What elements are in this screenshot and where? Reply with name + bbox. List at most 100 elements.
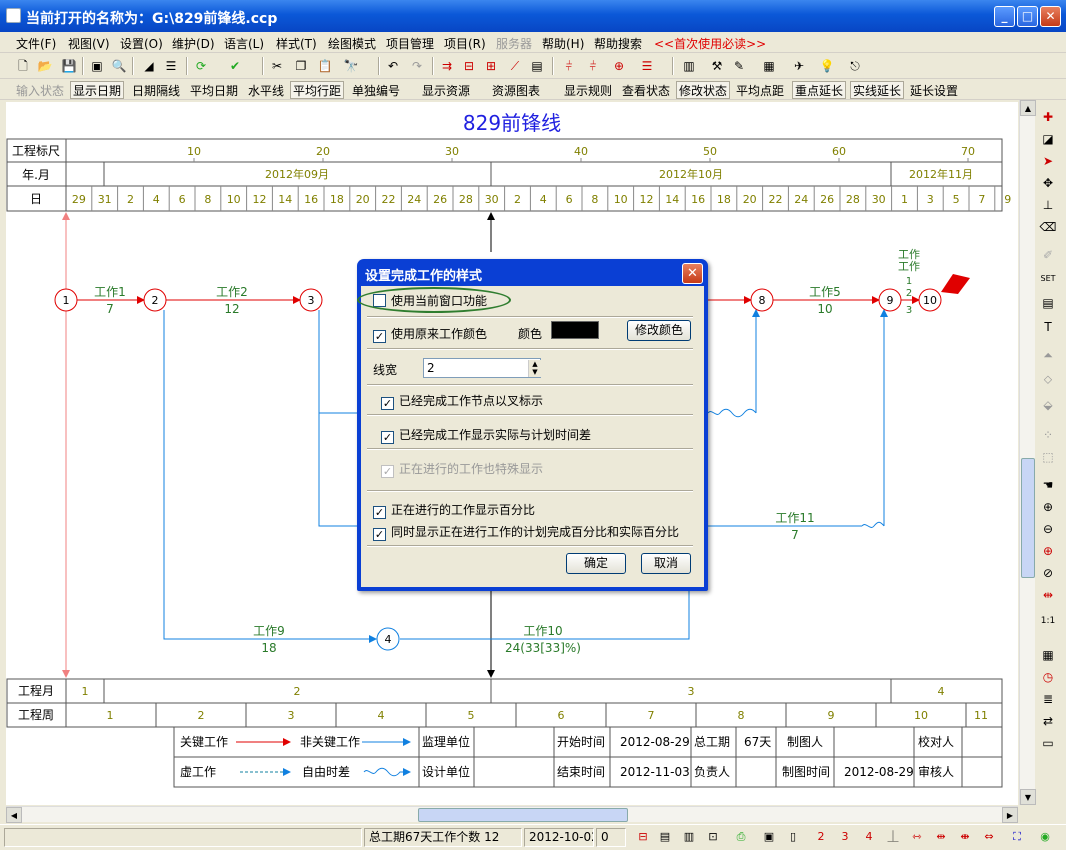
use-original-color-checkbox[interactable]: ✓ [373, 330, 386, 343]
cut-icon[interactable]: ✂ [268, 57, 286, 75]
copy-icon[interactable]: ❐ [292, 57, 310, 75]
show-diff-checkbox[interactable]: ✓ [381, 431, 394, 444]
menu-view[interactable]: 视图(V) [68, 35, 110, 52]
show-both-percent-option[interactable]: ✓ 同时显示正在进行工作的计划完成百分比和实际百分比 [373, 523, 679, 541]
network-view-icon[interactable]: ⇉ [438, 57, 456, 75]
vertical-scrollbar[interactable]: ▲ ▼ [1019, 100, 1036, 805]
align2-icon[interactable]: ⫩ [584, 57, 602, 75]
dots-icon[interactable]: ⁘ [1039, 426, 1057, 444]
print-preview-icon[interactable]: 🔍 [110, 57, 128, 75]
avg-point-spacing-button[interactable]: 平均点距 [734, 82, 786, 99]
date-gridline-button[interactable]: 日期隔线 [130, 82, 182, 99]
menu-project[interactable]: 项目(R) [444, 35, 486, 52]
window-icon[interactable]: ▭ [1039, 734, 1057, 752]
clock-icon[interactable]: ◷ [1039, 668, 1057, 686]
spinner-arrows[interactable]: ▲ ▼ [528, 360, 541, 377]
center-icon[interactable]: ⊕ [1039, 542, 1057, 560]
list-icon[interactable]: ☰ [162, 57, 180, 75]
menu-must-read[interactable]: <<首次使用必读>> [654, 35, 766, 52]
plane-icon[interactable]: ✈ [790, 57, 808, 75]
save-icon[interactable]: 💾 [60, 57, 78, 75]
cancel-button[interactable]: 取消 [641, 553, 691, 574]
extend-settings-button[interactable]: 延长设置 [908, 82, 960, 99]
color-swatch[interactable] [551, 321, 599, 339]
show-percent-option[interactable]: ✓ 正在进行的工作显示百分比 [373, 501, 535, 519]
scroll-up-icon[interactable]: ▲ [1020, 100, 1036, 116]
horizontal-line-button[interactable]: 水平线 [246, 82, 286, 99]
line-width-spinner[interactable]: 2 ▲ ▼ [423, 358, 541, 378]
menu-project-manage[interactable]: 项目管理 [386, 35, 434, 52]
check-icon[interactable]: ✔ [226, 57, 244, 75]
align-icon[interactable]: ⫩ [560, 57, 578, 75]
open-icon[interactable]: 📂 [36, 57, 54, 75]
distribute-icon[interactable]: ⇿ [908, 828, 926, 846]
special-in-progress-option[interactable]: ✓ 正在进行的工作也特殊显示 [381, 460, 543, 478]
zoom-out-icon[interactable]: ⊖ [1039, 520, 1057, 538]
fit-width-icon[interactable]: ⇹ [1039, 586, 1057, 604]
print-icon[interactable]: ⎙ [732, 828, 750, 846]
resource-chart-button[interactable]: 资源图表 [490, 82, 542, 99]
fullscreen-icon[interactable]: ⛶ [1008, 828, 1026, 846]
triangle-icon[interactable]: ◢ [140, 57, 158, 75]
bulb-icon[interactable]: 💡 [818, 57, 836, 75]
key-extend-button[interactable]: 重点延长 [792, 81, 847, 99]
text-icon[interactable]: T [1039, 318, 1057, 336]
scroll-right-icon[interactable]: ▶ [1002, 807, 1018, 823]
view-gantt-icon[interactable]: ▤ [656, 828, 674, 846]
up-layer-icon[interactable]: ⏶ [1039, 346, 1057, 364]
connect-icon[interactable]: ⊥ [1039, 196, 1057, 214]
books-icon[interactable]: ▥ [680, 57, 698, 75]
hand-icon[interactable]: ☚ [1039, 476, 1057, 494]
align-bottom-icon[interactable]: ⏊ [884, 828, 902, 846]
indent-icon[interactable]: ☰ [638, 57, 656, 75]
level4-icon[interactable]: 4 [860, 828, 878, 846]
split-icon[interactable]: ⊕ [610, 57, 628, 75]
eraser-icon[interactable]: ⌫ [1039, 218, 1057, 236]
redo-icon[interactable]: ↷ [408, 57, 426, 75]
show-diff-option[interactable]: ✓ 已经完成工作显示实际与计划时间差 [381, 426, 591, 444]
show-percent-checkbox[interactable]: ✓ [373, 506, 386, 519]
zoom-100-icon[interactable]: 1:1 [1039, 612, 1057, 630]
minimize-button[interactable]: _ [994, 6, 1015, 27]
mark-done-nodes-option[interactable]: ✓ 已经完成工作节点以叉标示 [381, 392, 543, 410]
spread-icon[interactable]: ⇹ [932, 828, 950, 846]
gantt-icon[interactable]: ⊟ [460, 57, 478, 75]
line-chart-icon[interactable]: ⟋ [506, 57, 524, 75]
maximize-button[interactable]: □ [1017, 6, 1038, 27]
exit-icon[interactable]: ⎋ [846, 57, 864, 75]
vertical-scroll-thumb[interactable] [1021, 458, 1035, 578]
set-icon[interactable]: SET [1039, 270, 1057, 288]
compress-icon[interactable]: ⇼ [956, 828, 974, 846]
status-globe-icon[interactable]: ◉ [1036, 828, 1054, 846]
zoom-in-icon[interactable]: ⊕ [1039, 498, 1057, 516]
horizontal-scrollbar[interactable]: ◀ ▶ [6, 806, 1018, 823]
scroll-left-icon[interactable]: ◀ [6, 807, 22, 823]
show-both-percent-checkbox[interactable]: ✓ [373, 528, 386, 541]
show-date-button[interactable]: 显示日期 [70, 81, 125, 99]
mark-done-nodes-checkbox[interactable]: ✓ [381, 397, 394, 410]
tag-icon[interactable]: ⬙ [1039, 396, 1057, 414]
new-icon[interactable]: 🗋 [14, 57, 32, 75]
view-network-icon[interactable]: ⊟ [634, 828, 652, 846]
single-number-button[interactable]: 单独编号 [350, 82, 402, 99]
menu-help[interactable]: 帮助(H) [542, 35, 584, 52]
use-original-color-option[interactable]: ✓ 使用原来工作颜色 [373, 325, 487, 343]
menu-file[interactable]: 文件(F) [16, 35, 56, 52]
dialog-close-button[interactable]: ✕ [682, 263, 703, 284]
scroll-down-icon[interactable]: ▼ [1020, 789, 1036, 805]
menu-settings[interactable]: 设置(O) [120, 35, 163, 52]
resource-icon[interactable]: ▤ [528, 57, 546, 75]
close-button[interactable]: ✕ [1040, 6, 1061, 27]
menu-style[interactable]: 样式(T) [276, 35, 317, 52]
level2-icon[interactable]: 2 [812, 828, 830, 846]
modify-status-button[interactable]: 修改状态 [676, 81, 731, 99]
move-icon[interactable]: ✥ [1039, 174, 1057, 192]
zoom-fit-icon[interactable]: ⊘ [1039, 564, 1057, 582]
paste-icon[interactable]: 📋 [316, 57, 334, 75]
menu-lines-icon[interactable]: ≣ [1039, 690, 1057, 708]
pointer-icon[interactable]: ➤ [1039, 152, 1057, 170]
table-view-icon[interactable]: ⊞ [482, 57, 500, 75]
doc-icon[interactable]: ▤ [1039, 294, 1057, 312]
frame-icon[interactable]: ▣ [760, 828, 778, 846]
solid-extend-button[interactable]: 实线延长 [850, 81, 905, 99]
